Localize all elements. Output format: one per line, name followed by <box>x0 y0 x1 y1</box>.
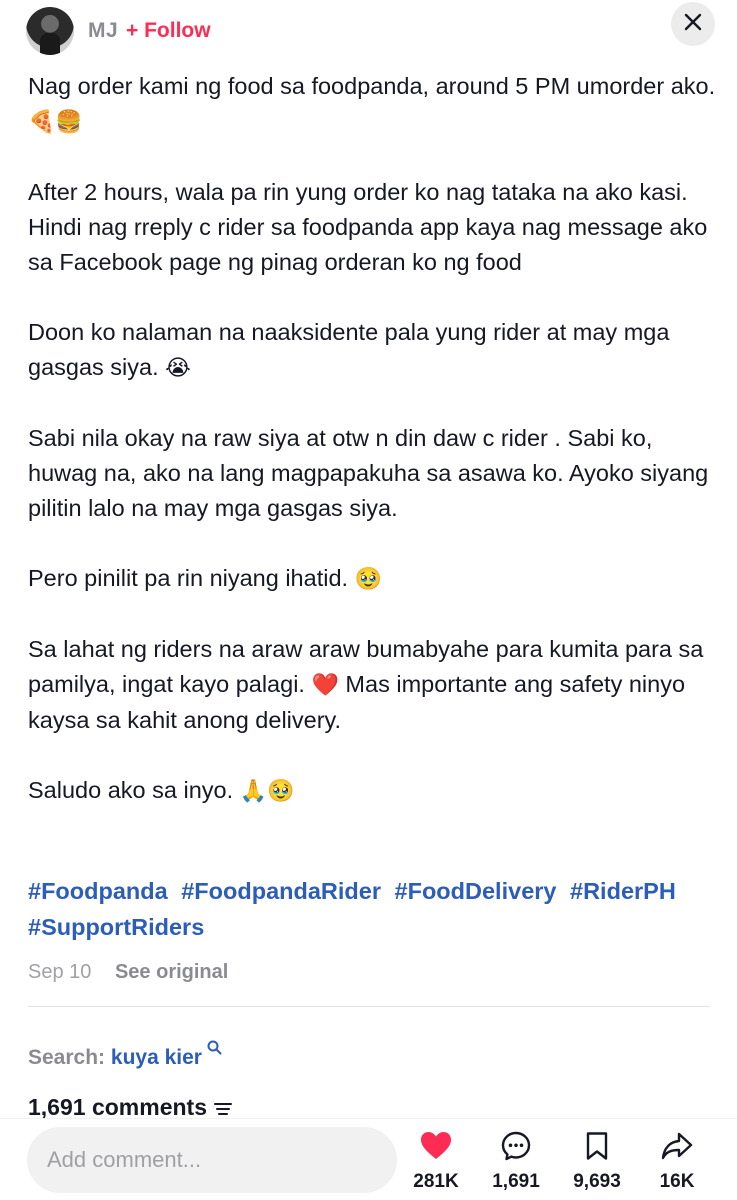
saves-count: 9,693 <box>573 1171 621 1192</box>
post-date: Sep 10 <box>28 961 92 983</box>
comments-count-label: 1,691 comments <box>28 1094 207 1120</box>
username[interactable]: MJ <box>88 19 118 43</box>
search-label: Search: <box>28 1046 106 1069</box>
comments-count: 1,691 <box>492 1171 540 1192</box>
comment-button[interactable]: 1,691 <box>481 1127 551 1197</box>
bookmark-icon <box>580 1129 614 1163</box>
share-icon <box>660 1129 694 1163</box>
follow-button[interactable]: + Follow <box>126 19 211 43</box>
pizza-burger-emoji: 🍕🍔 <box>28 110 83 135</box>
post-caption: Nag order kami ng food sa foodpanda, aro… <box>28 69 718 809</box>
like-button[interactable]: 281K <box>401 1127 471 1197</box>
caption-paragraph: Nag order kami ng food sa foodpanda, aro… <box>28 73 716 135</box>
search-icon <box>207 1034 222 1064</box>
avatar[interactable] <box>26 7 74 55</box>
save-button[interactable]: 9,693 <box>562 1127 632 1197</box>
caption-paragraph: Sa lahat ng riders na araw araw bumabyah… <box>28 636 704 733</box>
caption-paragraph: Sabi nila okay na raw siya at otw n din … <box>28 425 709 521</box>
post-header: MJ + Follow <box>0 0 737 62</box>
hashtag-link[interactable]: #FoodDelivery <box>395 878 557 904</box>
hashtag-link[interactable]: #RiderPH <box>570 878 676 904</box>
search-term-link[interactable]: kuya kier <box>111 1046 202 1069</box>
bottom-action-bar: 281K 1,691 9,693 16K <box>0 1118 737 1200</box>
caption-paragraph: After 2 hours, wala pa rin yung order ko… <box>28 179 708 275</box>
post-meta: Sep 10 See original <box>28 958 228 986</box>
praying-hands-emoji: 🙏🥹 <box>239 779 295 804</box>
caption-paragraph: Doon ko nalaman na naaksidente pala yung… <box>28 319 670 381</box>
hashtag-link[interactable]: #Foodpanda <box>28 878 168 904</box>
crying-emoji: 😭 <box>165 356 191 381</box>
hashtag-list: #Foodpanda #FoodpandaRider #FoodDelivery… <box>28 873 718 945</box>
search-suggestion[interactable]: Search: kuya kier <box>28 1034 222 1073</box>
caption-paragraph: Saludo ako sa inyo. 🙏🥹 <box>28 777 295 804</box>
hashtag-link[interactable]: #SupportRiders <box>28 914 204 940</box>
close-icon <box>683 12 703 37</box>
caption-paragraph: Pero pinilit pa rin niyang ihatid. 🥹 <box>28 565 382 592</box>
holding-tears-emoji: 🥹 <box>354 567 382 592</box>
likes-count: 281K <box>413 1171 459 1192</box>
red-heart-emoji: ❤️ <box>311 673 339 698</box>
divider <box>28 1006 710 1007</box>
close-button[interactable] <box>671 2 715 46</box>
shares-count: 16K <box>659 1171 695 1192</box>
add-comment-input[interactable] <box>27 1127 397 1193</box>
comment-icon <box>499 1129 533 1163</box>
heart-icon <box>419 1129 453 1163</box>
share-button[interactable]: 16K <box>642 1127 712 1197</box>
hashtag-link[interactable]: #FoodpandaRider <box>181 878 381 904</box>
see-original-link[interactable]: See original <box>115 961 228 983</box>
